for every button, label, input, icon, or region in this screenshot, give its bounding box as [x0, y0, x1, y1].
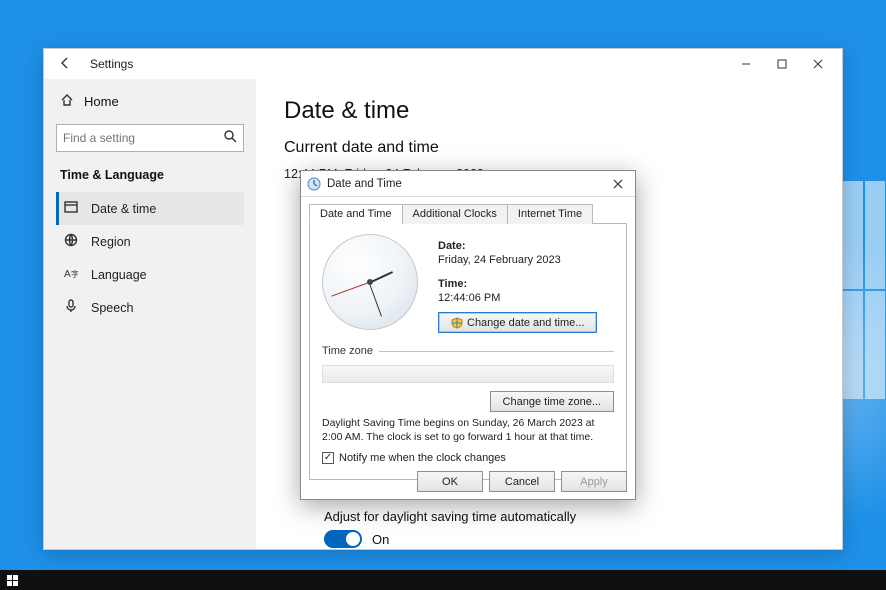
microphone-icon: [63, 299, 79, 316]
back-button[interactable]: [50, 56, 80, 73]
page-subheading: Current date and time: [284, 139, 814, 157]
svg-text:A: A: [64, 269, 71, 280]
analog-clock: [322, 234, 418, 330]
search-icon: [223, 129, 237, 148]
date-label: Date:: [438, 240, 466, 252]
clock-icon: [307, 177, 321, 191]
notify-checkbox-label: Notify me when the clock changes: [339, 452, 506, 464]
window-title: Settings: [80, 57, 133, 71]
close-button[interactable]: [800, 50, 836, 78]
timezone-heading: Time zone: [322, 345, 373, 357]
maximize-button[interactable]: [764, 50, 800, 78]
minimize-button[interactable]: [728, 50, 764, 78]
settings-titlebar: Settings: [44, 49, 842, 79]
separator: [379, 351, 614, 352]
svg-text:字: 字: [71, 269, 78, 279]
desktop-window-logo: [842, 180, 886, 400]
cancel-button[interactable]: Cancel: [489, 471, 555, 492]
change-date-time-button[interactable]: Change date and time...: [438, 312, 597, 333]
search-input[interactable]: [63, 131, 223, 145]
date-value: Friday, 24 February 2023: [438, 254, 597, 266]
time-value: 12:44:06 PM: [438, 292, 597, 304]
dst-info-text: Daylight Saving Time begins on Sunday, 2…: [322, 416, 614, 444]
shield-icon: [451, 317, 463, 329]
dialog-close-button[interactable]: [607, 175, 629, 193]
globe-icon: [63, 233, 79, 250]
dst-toggle-state: On: [372, 532, 389, 547]
change-timezone-button[interactable]: Change time zone...: [490, 391, 614, 412]
sidebar-item-label: Language: [91, 268, 147, 282]
search-box[interactable]: [56, 124, 244, 152]
ok-button[interactable]: OK: [417, 471, 483, 492]
tab-internet-time[interactable]: Internet Time: [507, 204, 593, 224]
dst-toggle[interactable]: [324, 530, 362, 548]
home-icon: [60, 93, 74, 110]
timezone-display: [322, 365, 614, 383]
sidebar-item-date-time[interactable]: Date & time: [56, 192, 244, 225]
language-icon: A字: [63, 266, 79, 283]
change-timezone-label: Change time zone...: [503, 396, 601, 408]
taskbar[interactable]: [0, 570, 886, 590]
sidebar: Home Time & Language Date & time Region …: [44, 79, 256, 549]
dialog-title: Date and Time: [327, 178, 402, 190]
sidebar-item-label: Speech: [91, 301, 133, 315]
sidebar-item-label: Region: [91, 235, 131, 249]
date-time-dialog: Date and Time Date and Time Additional C…: [300, 170, 636, 500]
time-label: Time:: [438, 278, 467, 290]
dst-section: Adjust for daylight saving time automati…: [324, 509, 576, 548]
apply-button[interactable]: Apply: [561, 471, 627, 492]
notify-checkbox[interactable]: ✓: [322, 452, 334, 464]
sidebar-item-speech[interactable]: Speech: [56, 291, 244, 324]
sidebar-item-language[interactable]: A字 Language: [56, 258, 244, 291]
sidebar-item-region[interactable]: Region: [56, 225, 244, 258]
dialog-titlebar: Date and Time: [301, 171, 635, 197]
dst-label: Adjust for daylight saving time automati…: [324, 509, 576, 524]
page-heading: Date & time: [284, 97, 814, 125]
sidebar-home[interactable]: Home: [56, 87, 244, 116]
dialog-tabs: Date and Time Additional Clocks Internet…: [309, 203, 627, 224]
tab-date-and-time[interactable]: Date and Time: [309, 204, 403, 224]
start-button[interactable]: [6, 574, 18, 586]
dialog-pane: Date: Friday, 24 February 2023 Time: 12:…: [309, 224, 627, 480]
change-date-time-label: Change date and time...: [467, 317, 584, 329]
tab-additional-clocks[interactable]: Additional Clocks: [402, 204, 508, 224]
calendar-clock-icon: [63, 200, 79, 217]
sidebar-section-label: Time & Language: [56, 164, 244, 192]
sidebar-item-label: Date & time: [91, 202, 156, 216]
home-label: Home: [84, 94, 119, 109]
